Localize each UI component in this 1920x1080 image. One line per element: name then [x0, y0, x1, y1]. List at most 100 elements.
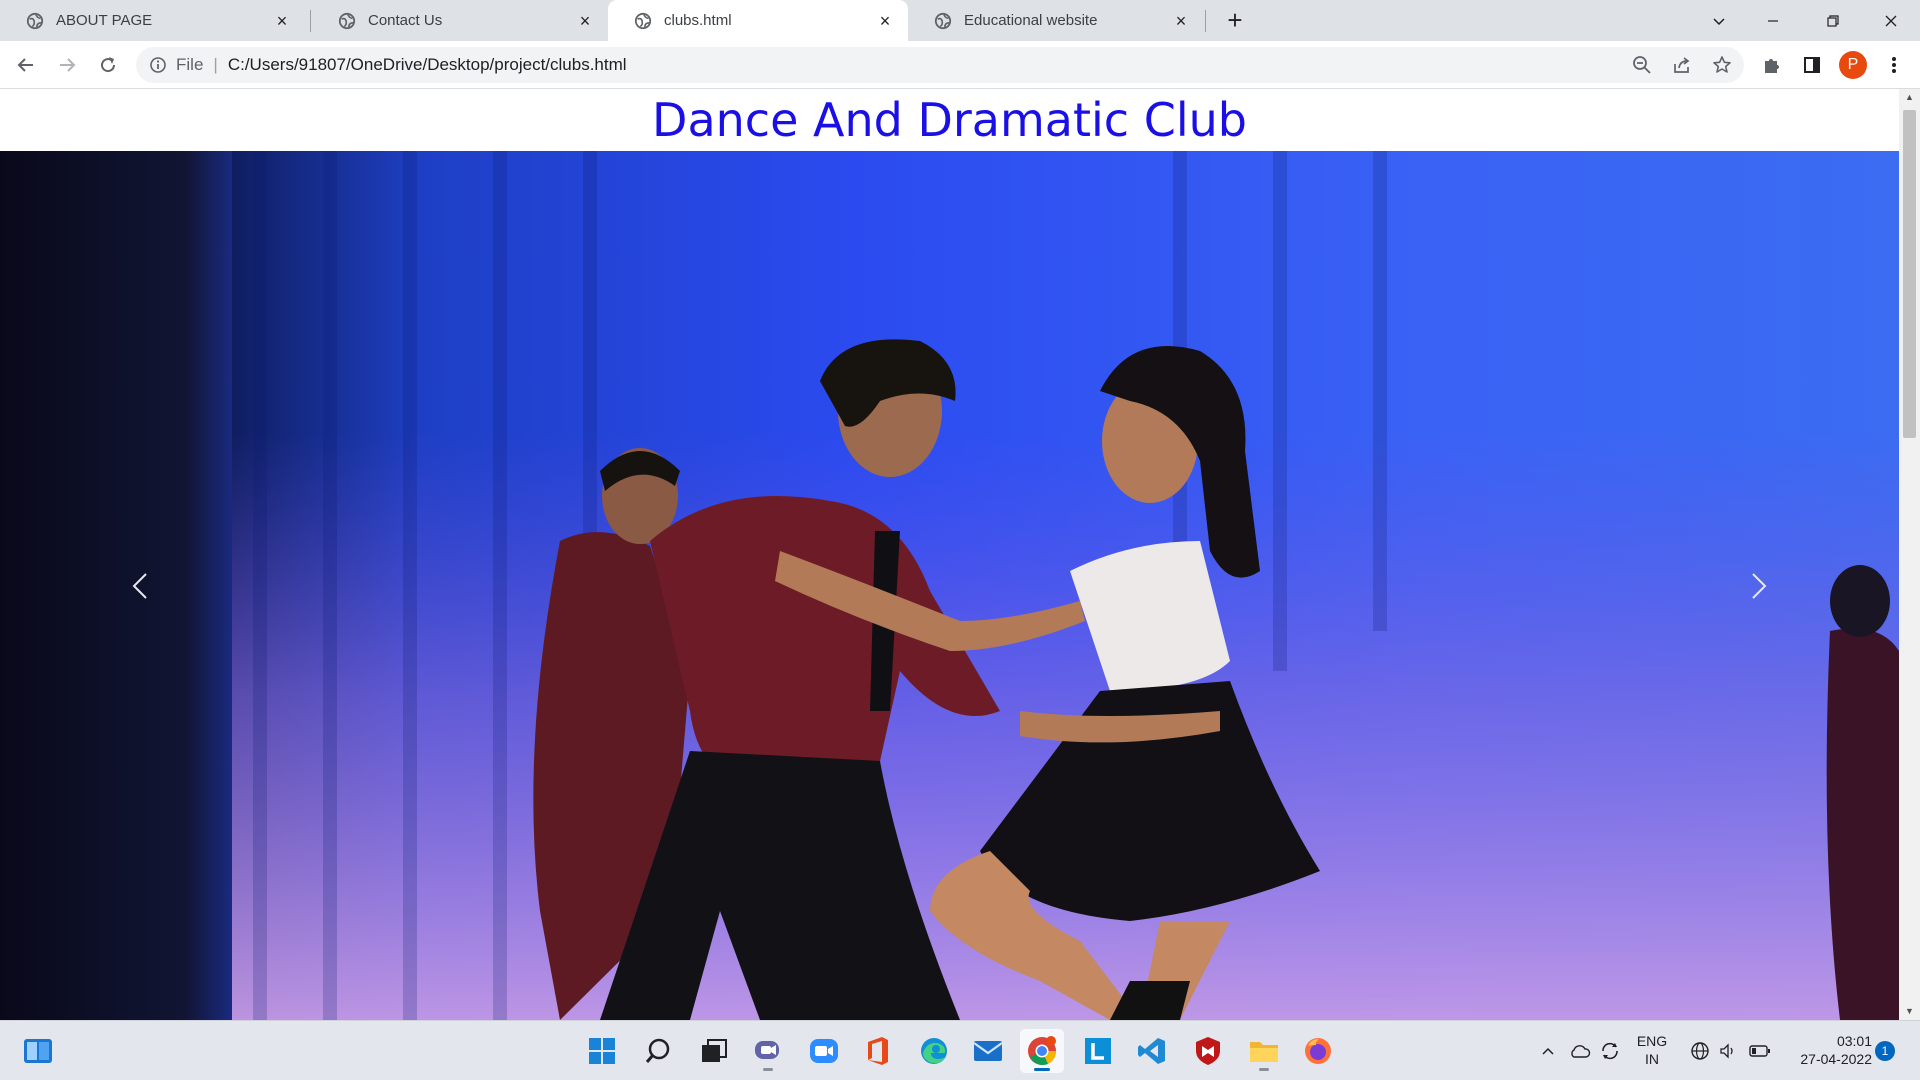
reload-button[interactable] — [92, 49, 124, 81]
tab-close-icon[interactable]: × — [273, 12, 291, 30]
tab-contact-us[interactable]: Contact Us × — [312, 0, 608, 41]
sync-icon — [1602, 1042, 1618, 1060]
scrollbar-thumb[interactable] — [1903, 110, 1916, 438]
clock-time: 03:01 — [1836, 1033, 1872, 1049]
tab-search-button[interactable] — [1696, 0, 1742, 41]
back-button[interactable] — [10, 49, 42, 81]
close-icon — [1885, 15, 1897, 26]
windows-taskbar: ENG IN 03:01 27-04-2022 1 — [0, 1020, 1920, 1080]
chevron-right-icon — [1752, 572, 1767, 599]
forward-button[interactable] — [51, 49, 83, 81]
globe-network-icon — [1691, 1042, 1709, 1060]
network-tray[interactable] — [1688, 1039, 1712, 1063]
task-view-icon — [702, 1039, 727, 1062]
mcafee-button[interactable] — [1186, 1029, 1230, 1073]
tab-about-page[interactable]: ABOUT PAGE × — [0, 0, 305, 41]
share-icon — [1674, 57, 1690, 73]
chevron-down-icon — [1713, 17, 1725, 25]
tab-clubs[interactable]: clubs.html × — [608, 0, 908, 41]
file-explorer-button[interactable] — [1242, 1029, 1286, 1073]
language-code: ENG — [1636, 1033, 1668, 1049]
page-title: Dance And Dramatic Club — [652, 93, 1247, 147]
restore-icon — [1827, 14, 1839, 27]
page-scrollbar[interactable]: ▲ ▼ — [1899, 89, 1920, 1020]
onedrive-sync-tray[interactable] — [1568, 1039, 1592, 1063]
clock-date: 27-04-2022 — [1800, 1051, 1872, 1067]
carousel-prev-button[interactable] — [0, 151, 280, 1020]
bookmark-button[interactable] — [1706, 49, 1738, 81]
carousel — [0, 151, 1899, 1020]
clock[interactable]: 03:01 27-04-2022 — [1780, 1032, 1872, 1068]
lockdown-browser-button[interactable] — [1076, 1029, 1120, 1073]
globe-icon — [634, 12, 652, 29]
search-button[interactable] — [636, 1029, 680, 1073]
search-icon — [645, 1038, 670, 1063]
chrome-button[interactable] — [1020, 1029, 1064, 1073]
mail-button[interactable] — [966, 1029, 1010, 1073]
zoom-app-button[interactable] — [802, 1029, 846, 1073]
teams-button[interactable] — [746, 1029, 790, 1073]
dancers-on-stage-photo — [0, 151, 1899, 1020]
edge-button[interactable] — [912, 1029, 956, 1073]
running-indicator — [763, 1068, 773, 1071]
tab-title: clubs.html — [664, 12, 732, 29]
restore-button[interactable] — [1810, 0, 1856, 41]
battery-tray[interactable] — [1748, 1039, 1772, 1063]
page-viewport: Dance And Dramatic Club — [0, 89, 1899, 1020]
menu-button[interactable] — [1878, 49, 1910, 81]
task-view-button[interactable] — [692, 1029, 736, 1073]
side-panel-icon — [1804, 57, 1820, 73]
minimize-button[interactable] — [1750, 0, 1796, 41]
tab-strip: ABOUT PAGE × Contact Us × clubs.html × E… — [0, 0, 1920, 41]
close-window-button[interactable] — [1868, 0, 1914, 41]
show-hidden-icons-button[interactable] — [1536, 1039, 1560, 1063]
notification-badge[interactable]: 1 — [1875, 1041, 1895, 1061]
mail-icon — [973, 1041, 1003, 1061]
language-indicator[interactable]: ENG IN — [1632, 1032, 1672, 1068]
scroll-down-arrow-icon[interactable]: ▼ — [1899, 1003, 1920, 1020]
more-vert-icon — [1892, 57, 1896, 73]
start-button[interactable] — [580, 1029, 624, 1073]
sync-tray[interactable] — [1598, 1039, 1622, 1063]
globe-icon — [934, 12, 952, 29]
vscode-button[interactable] — [1130, 1029, 1174, 1073]
url-scheme-label: File — [176, 55, 204, 74]
address-bar[interactable]: File | C:/Users/91807/OneDrive/Desktop/p… — [136, 47, 1744, 83]
teams-chat-icon — [755, 1041, 779, 1059]
star-icon — [1713, 56, 1731, 73]
tab-title: Educational website — [964, 12, 1098, 29]
arrow-left-icon — [17, 58, 33, 72]
zoom-button[interactable] — [1626, 49, 1658, 81]
side-panel-button[interactable] — [1796, 49, 1828, 81]
scroll-up-arrow-icon[interactable]: ▲ — [1899, 89, 1920, 106]
firefox-button[interactable] — [1296, 1029, 1340, 1073]
extensions-button[interactable] — [1756, 49, 1788, 81]
chevron-up-icon — [1542, 1047, 1554, 1055]
firefox-icon — [1305, 1038, 1331, 1064]
running-indicator — [1259, 1068, 1269, 1071]
tab-educational-website[interactable]: Educational website × — [908, 0, 1204, 41]
tab-close-icon[interactable]: × — [876, 12, 894, 30]
new-tab-button[interactable]: + — [1222, 7, 1248, 34]
vscode-icon — [1138, 1038, 1165, 1064]
globe-icon — [26, 12, 44, 29]
folder-icon — [1250, 1042, 1278, 1062]
info-icon[interactable] — [148, 55, 168, 75]
share-button[interactable] — [1666, 49, 1698, 81]
tab-close-icon[interactable]: × — [1172, 12, 1190, 30]
profile-avatar[interactable]: P — [1839, 51, 1867, 79]
url-text[interactable]: C:/Users/91807/OneDrive/Desktop/project/… — [228, 55, 627, 75]
volume-tray[interactable] — [1716, 1039, 1740, 1063]
cloud-icon — [1571, 1045, 1591, 1058]
arrow-right-icon — [60, 58, 76, 72]
battery-icon — [1749, 1045, 1770, 1057]
chrome-icon — [1028, 1036, 1057, 1066]
office-button[interactable] — [856, 1029, 900, 1073]
edge-icon — [921, 1038, 947, 1064]
tab-close-icon[interactable]: × — [576, 12, 594, 30]
url-separator: | — [213, 55, 218, 74]
widgets-button[interactable] — [16, 1029, 60, 1073]
carousel-next-button[interactable] — [1619, 151, 1899, 1020]
puzzle-icon — [1765, 59, 1779, 73]
browser-toolbar: File | C:/Users/91807/OneDrive/Desktop/p… — [0, 41, 1920, 89]
